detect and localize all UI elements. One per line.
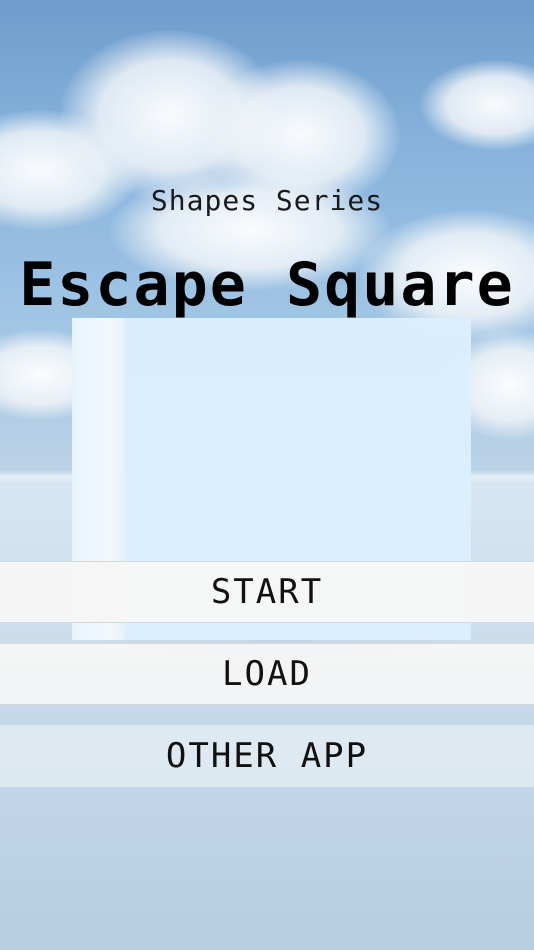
cloud bbox=[420, 60, 534, 150]
series-subtitle: Shapes Series bbox=[150, 184, 384, 217]
other-app-button-label: OTHER APP bbox=[165, 736, 369, 776]
other-app-button[interactable]: OTHER APP bbox=[0, 725, 534, 787]
game-scene bbox=[0, 0, 534, 950]
load-button-label: LOAD bbox=[222, 654, 312, 694]
game-title: Escape Square bbox=[19, 250, 515, 320]
start-button-label: START bbox=[210, 572, 324, 612]
load-button[interactable]: LOAD bbox=[0, 643, 534, 705]
start-button[interactable]: START bbox=[0, 561, 534, 623]
